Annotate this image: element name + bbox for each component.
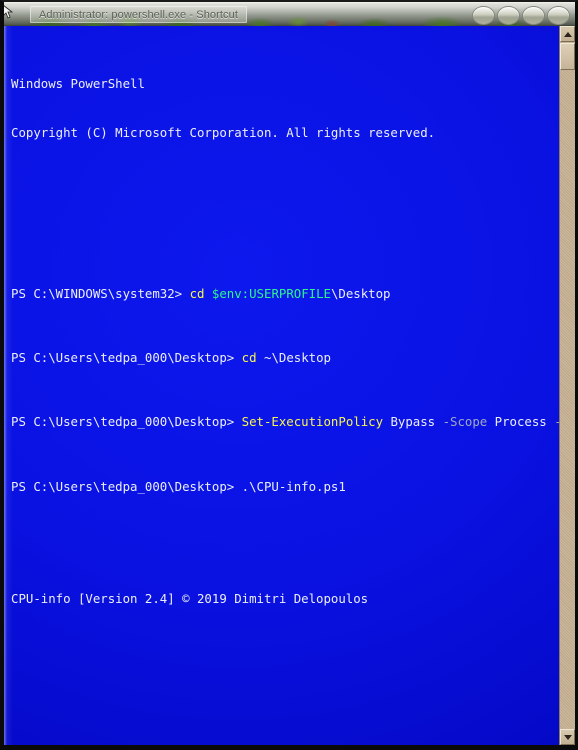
console-bevel	[4, 26, 7, 745]
maximize-button[interactable]	[497, 5, 520, 25]
restore-button[interactable]	[522, 5, 545, 25]
console-output-area[interactable]: Windows PowerShell Copyright (C) Microso…	[4, 26, 560, 745]
command-line: PS C:\Users\tedpa_000\Desktop> cd ~\Desk…	[11, 349, 331, 365]
banner-line: Copyright (C) Microsoft Corporation. All…	[11, 124, 436, 140]
vertical-scrollbar[interactable]	[559, 26, 575, 745]
command-line: PS C:\Users\tedpa_000\Desktop> Set-Execu…	[11, 414, 560, 430]
window-bottom-border	[0, 745, 578, 750]
command-line: PS C:\Users\tedpa_000\Desktop> .\CPU-inf…	[11, 478, 346, 494]
window-title-chip: Administrator: powershell.exe - Shortcut	[30, 6, 248, 23]
window-titlebar[interactable]: Administrator: powershell.exe - Shortcut	[2, 2, 576, 26]
banner-line: Windows PowerShell	[11, 76, 145, 92]
app-header: CPU-info [Version 2.4] © 2019 Dimitri De…	[11, 591, 369, 607]
minimize-button[interactable]	[472, 5, 495, 25]
scroll-down-button[interactable]	[560, 729, 575, 745]
arrow-down-icon	[563, 734, 572, 740]
powershell-window: Administrator: powershell.exe - Shortcut…	[0, 0, 578, 750]
resize-cursor-icon	[2, 4, 14, 19]
scroll-up-button[interactable]	[560, 26, 575, 42]
command-line: PS C:\WINDOWS\system32> cd $env:USERPROF…	[11, 285, 391, 301]
window-title: Administrator: powershell.exe - Shortcut	[39, 8, 239, 21]
window-controls[interactable]	[472, 4, 570, 26]
close-button[interactable]	[547, 5, 570, 25]
terminal-text: Windows PowerShell Copyright (C) Microso…	[11, 28, 560, 745]
scrollbar-thumb[interactable]	[560, 43, 575, 70]
arrow-up-icon	[563, 31, 572, 37]
